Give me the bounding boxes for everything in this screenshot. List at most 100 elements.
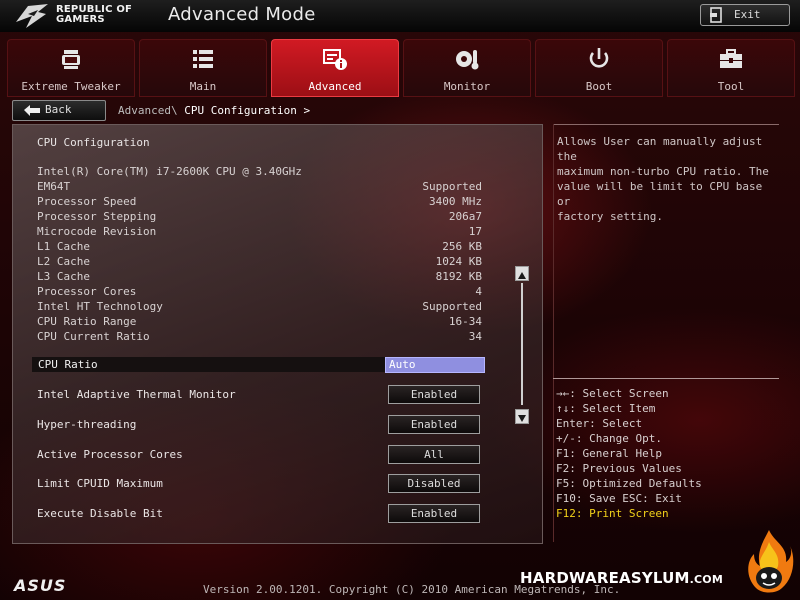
info-value: 17: [468, 225, 482, 238]
key-hint: →←: Select Screen: [556, 387, 669, 400]
option-row-thermal-monitor: Intel Adaptive Thermal Monitor Enabled: [37, 385, 482, 405]
option-row-cpuid-max: Limit CPUID Maximum Disabled: [37, 474, 482, 494]
rog-eye-icon: [16, 4, 48, 28]
cpu-fan-icon: [62, 50, 80, 69]
option-row-active-cores: Active Processor Cores All: [37, 445, 482, 465]
info-value: Supported: [422, 300, 482, 313]
key-hint: F2: Previous Values: [556, 462, 682, 475]
option-label: Hyper-threading: [37, 418, 137, 431]
help-line: value will be limit to CPU base or: [557, 180, 763, 208]
key-hint: F10: Save ESC: Exit: [556, 492, 682, 505]
key-hint: F1: General Help: [556, 447, 662, 460]
info-row: CPU Current Ratio 34: [37, 330, 482, 344]
cpu-ratio-input[interactable]: Auto: [385, 357, 485, 373]
info-value: 34: [468, 330, 482, 343]
info-value: 3400 MHz: [429, 195, 482, 208]
logo-text: REPUBLIC OF GAMERS: [56, 5, 132, 25]
option-value-button[interactable]: Enabled: [388, 504, 480, 523]
option-label: Active Processor Cores: [37, 448, 183, 461]
option-value-button[interactable]: All: [388, 445, 480, 464]
exit-button[interactable]: Exit: [700, 4, 790, 26]
tab-tool[interactable]: Tool: [667, 39, 795, 97]
main-panel: CPU Configuration Intel(R) Core(TM) i7-2…: [12, 124, 543, 544]
list-icon: [193, 50, 213, 68]
info-label: Processor Speed: [37, 195, 137, 208]
tab-advanced[interactable]: Advanced: [271, 39, 399, 97]
tab-monitor[interactable]: Monitor: [403, 39, 531, 97]
tab-label: Extreme Tweaker: [21, 80, 121, 93]
help-divider: [553, 378, 779, 379]
gear-thermometer-icon: [456, 50, 479, 70]
tab-label: Monitor: [443, 80, 491, 93]
info-row: CPU Ratio Range 16-34: [37, 315, 482, 329]
option-label: Intel Adaptive Thermal Monitor: [37, 388, 236, 401]
scrollbar-track[interactable]: [521, 283, 523, 405]
watermark: HARDWAREASYLUM.COM: [520, 569, 723, 587]
info-label: L1 Cache: [37, 240, 90, 253]
info-label: CPU Current Ratio: [37, 330, 150, 343]
watermark-main: HARDWAREASYLUM: [520, 569, 690, 587]
tab-main[interactable]: Main: [139, 39, 267, 97]
key-hint: ↑↓: Select Item: [556, 402, 656, 415]
scroll-up-button[interactable]: [515, 266, 529, 281]
scroll-down-button[interactable]: [515, 409, 529, 424]
asus-logo: ASUS: [12, 576, 66, 595]
exit-door-icon: [710, 7, 722, 23]
tab-boot[interactable]: Boot: [535, 39, 663, 97]
flame-mascot-icon: [748, 530, 794, 593]
advanced-info-icon: [323, 49, 347, 70]
breadcrumb-current: CPU Configuration >: [184, 104, 311, 117]
info-value: 206a7: [448, 210, 482, 223]
back-button[interactable]: Back: [12, 100, 106, 121]
info-row: EM64T Supported: [37, 180, 482, 194]
info-value: Supported: [422, 180, 482, 193]
info-row: L1 Cache 256 KB: [37, 240, 482, 254]
key-hint: F5: Optimized Defaults: [556, 477, 702, 490]
cpu-name: Intel(R) Core(TM) i7-2600K CPU @ 3.40GHz: [37, 165, 302, 178]
option-value-button[interactable]: Enabled: [388, 415, 480, 434]
info-value: 16-34: [448, 315, 482, 328]
info-label: EM64T: [37, 180, 71, 193]
rog-logo: REPUBLIC OF GAMERS: [14, 2, 164, 30]
toolbox-icon: [720, 49, 742, 68]
key-hint: Enter: Select: [556, 417, 643, 430]
info-row: Intel HT Technology Supported: [37, 300, 482, 314]
back-label: Back: [45, 103, 72, 116]
breadcrumb-parent[interactable]: Advanced\: [118, 104, 178, 117]
info-row: L2 Cache 1024 KB: [37, 255, 482, 269]
tab-label: Advanced: [308, 80, 362, 93]
info-label: Microcode Revision: [37, 225, 157, 238]
option-value-button[interactable]: Enabled: [388, 385, 480, 404]
tab-label: Tool: [717, 80, 745, 93]
help-line: maximum non-turbo CPU ratio. The: [557, 165, 769, 178]
power-icon: [589, 48, 609, 68]
option-label: Execute Disable Bit: [37, 507, 163, 520]
breadcrumb: Advanced\ CPU Configuration >: [118, 104, 310, 117]
exit-label: Exit: [734, 8, 761, 21]
option-label: Limit CPUID Maximum: [37, 477, 163, 490]
back-arrow-icon: [24, 105, 40, 116]
page-title: Advanced Mode: [168, 4, 316, 25]
info-label: CPU Ratio Range: [37, 315, 137, 328]
info-value: 1024 KB: [435, 255, 482, 268]
info-value: 4: [475, 285, 482, 298]
top-bar: REPUBLIC OF GAMERS Advanced Mode Exit: [0, 0, 800, 32]
tab-extreme-tweaker[interactable]: Extreme Tweaker: [7, 39, 135, 97]
help-description: Allows User can manually adjust the maxi…: [557, 134, 782, 224]
help-line: Allows User can manually adjust the: [557, 135, 763, 163]
info-row: Processor Stepping 206a7: [37, 210, 482, 224]
key-hint: +/-: Change Opt.: [556, 432, 662, 445]
info-row: Microcode Revision 17: [37, 225, 482, 239]
option-value-button[interactable]: Disabled: [388, 474, 480, 493]
asus-logo-text: ASUS: [12, 576, 66, 595]
tab-label: Boot: [585, 80, 613, 93]
panel-title: CPU Configuration: [37, 136, 150, 149]
option-row-hyper-threading: Hyper-threading Enabled: [37, 415, 482, 435]
info-label: Processor Cores: [37, 285, 137, 298]
chevron-up-icon: [518, 272, 526, 279]
tab-label: Main: [189, 80, 217, 93]
chevron-down-icon: [518, 415, 526, 422]
info-label: Processor Stepping: [37, 210, 157, 223]
watermark-suffix: .COM: [689, 573, 724, 586]
info-value: 8192 KB: [435, 270, 482, 283]
